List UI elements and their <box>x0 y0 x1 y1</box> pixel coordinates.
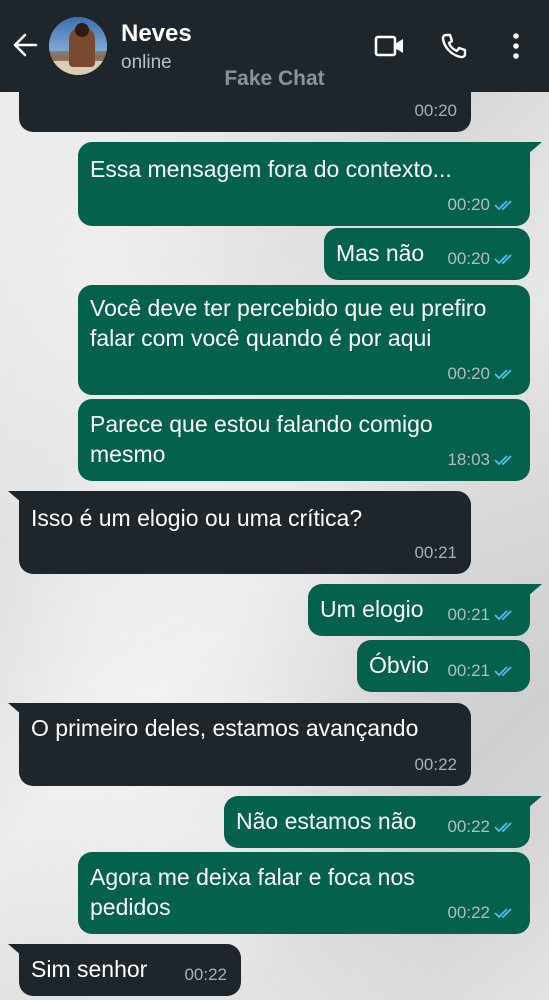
message-meta: 00:20 <box>447 359 516 389</box>
message-time: 00:21 <box>447 605 490 624</box>
message-text: Um elogio <box>320 596 424 622</box>
message-bubble-incoming[interactable]: Sim senhor 00:22 <box>19 944 241 996</box>
message-bubble-outgoing[interactable]: Você deve ter percebido que eu prefiro f… <box>78 285 530 395</box>
message-text: Parece que estou falando comigo <box>90 411 433 437</box>
message-bubble-outgoing[interactable]: Essa mensagem fora do contexto... 00:20 <box>78 142 530 226</box>
message-time: 00:21 <box>414 543 457 562</box>
message-text: Essa mensagem fora do contexto... <box>90 156 452 182</box>
message-text: Sim senhor <box>31 956 148 982</box>
message-bubble-outgoing[interactable]: Agora me deixa falar e foca nos pedidos … <box>78 852 530 934</box>
message-text: Agora me deixa falar e foca nos <box>90 864 415 890</box>
read-ticks-icon <box>494 200 512 211</box>
message-meta: 00:20 <box>447 244 516 274</box>
more-options-icon <box>513 33 519 59</box>
back-arrow-icon <box>13 33 38 57</box>
read-ticks-icon <box>494 455 512 466</box>
read-ticks-icon <box>494 908 512 919</box>
message-text: falar com você quando é por aqui <box>90 325 432 351</box>
video-call-button[interactable] <box>374 30 406 62</box>
message-time: 00:20 <box>447 249 490 268</box>
message-meta: 00:22 <box>414 750 457 780</box>
message-bubble-outgoing[interactable]: Óbvio 00:21 <box>357 640 530 692</box>
message-text: Você deve ter percebido que eu prefiro <box>90 295 487 321</box>
read-ticks-icon <box>494 822 512 833</box>
message-bubble-outgoing[interactable]: Não estamos não 00:22 <box>224 796 530 848</box>
read-ticks-icon <box>494 254 512 265</box>
video-call-icon <box>374 35 403 57</box>
message-meta: 00:22 <box>447 812 516 842</box>
message-time: 00:20 <box>414 101 457 120</box>
message-text: Isso é um elogio ou uma crítica? <box>31 505 363 531</box>
message-bubble-outgoing[interactable]: Mas não 00:20 <box>324 228 530 280</box>
message-bubble-incoming[interactable]: O primeiro deles, estamos avançando 00:2… <box>19 703 471 786</box>
message-meta: 00:22 <box>184 960 227 990</box>
contact-name[interactable]: Neves <box>121 20 192 48</box>
message-time: 00:22 <box>184 965 227 984</box>
voice-call-button[interactable] <box>438 30 470 62</box>
message-text: Óbvio <box>369 652 430 678</box>
read-ticks-icon <box>494 666 512 677</box>
bubble-tail <box>528 142 542 154</box>
message-meta: 18:03 <box>447 445 516 475</box>
message-meta: 00:20 <box>414 96 457 126</box>
message-meta: 00:22 <box>447 898 516 928</box>
message-bubble-outgoing[interactable]: Um elogio 00:21 <box>308 584 530 636</box>
message-meta: 00:21 <box>447 600 516 630</box>
message-time: 00:22 <box>414 755 457 774</box>
message-meta: 00:21 <box>447 656 516 686</box>
message-text: O primeiro deles, estamos avançando <box>31 715 419 741</box>
message-time: 00:21 <box>447 661 490 680</box>
read-ticks-icon <box>494 369 512 380</box>
message-time: 00:22 <box>447 903 490 922</box>
message-time: 00:20 <box>447 364 490 383</box>
bubble-tail <box>528 584 542 596</box>
back-button[interactable] <box>10 30 40 60</box>
message-text: mesmo <box>90 441 166 467</box>
phone-icon <box>441 33 467 59</box>
message-text: pedidos <box>90 894 171 920</box>
message-bubble-outgoing[interactable]: Parece que estou falando comigo mesmo 18… <box>78 399 530 481</box>
message-text: Mas não <box>336 240 425 266</box>
message-time: 00:22 <box>447 817 490 836</box>
message-bubble-incoming[interactable]: Isso é um elogio ou uma crítica? 00:21 <box>19 491 471 574</box>
message-time: 18:03 <box>447 450 490 469</box>
message-time: 00:20 <box>447 195 490 214</box>
message-meta: 00:21 <box>414 538 457 568</box>
message-meta: 00:20 <box>447 190 516 220</box>
watermark: Fake Chat <box>224 67 325 90</box>
read-ticks-icon <box>494 610 512 621</box>
bubble-tail <box>528 796 542 808</box>
more-options-button[interactable] <box>500 30 532 62</box>
message-text: Não estamos não <box>236 808 417 834</box>
